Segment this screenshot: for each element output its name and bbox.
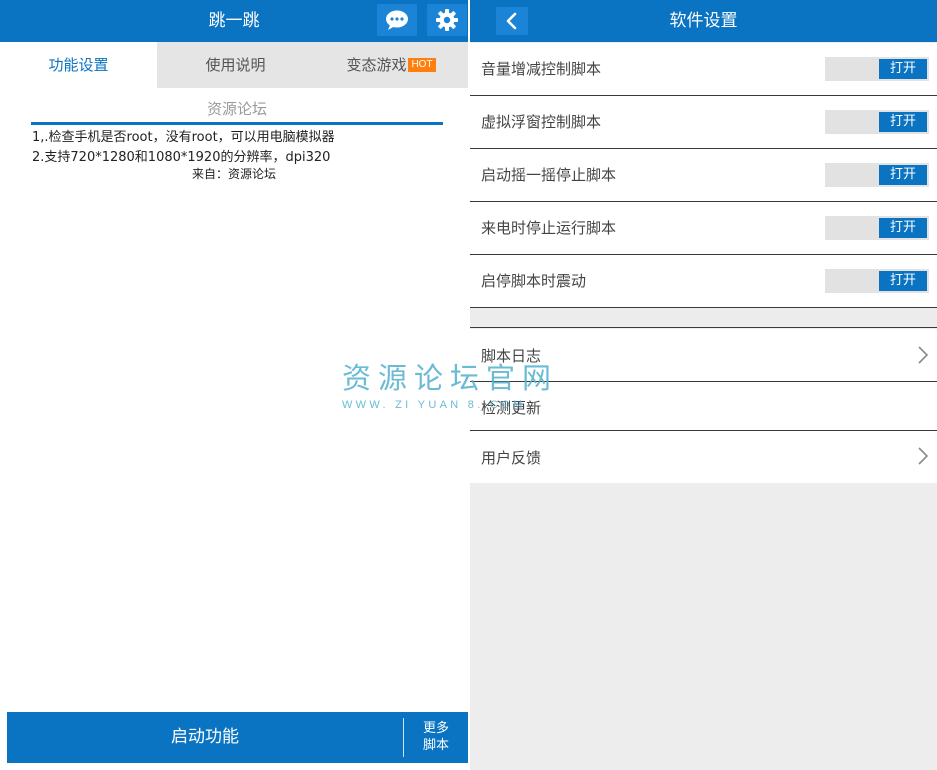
setting-label: 来电时停止运行脚本	[481, 219, 617, 237]
app-header: 跳一跳	[0, 0, 468, 42]
toggle-on-label: 打开	[879, 218, 927, 238]
setting-row-shake-stop: 启动摇一摇停止脚本 打开	[470, 149, 937, 202]
info-line-root-check: 1,.检查手机是否root，没有root，可以用电脑模拟器	[32, 130, 335, 145]
tab-bar: 功能设置 使用说明 变态游戏 HOT	[0, 42, 468, 88]
hot-badge: HOT	[408, 58, 436, 72]
toggle-switch[interactable]: 打开	[825, 269, 929, 293]
setting-row-volume-control: 音量增减控制脚本 打开	[470, 43, 937, 96]
menu-item-label: 脚本日志	[481, 347, 542, 365]
section-gap	[470, 308, 937, 328]
tab-function-settings[interactable]: 功能设置	[0, 42, 157, 88]
chevron-left-icon	[506, 12, 517, 30]
script-panel: 跳一跳 功能设置 使用说明 变态游戏 HOT 资源论坛 1,.检查手机是否roo…	[0, 0, 468, 770]
tab-label: 使用说明	[205, 56, 266, 74]
section-title: 资源论坛	[206, 100, 267, 118]
setting-row-call-stop: 来电时停止运行脚本 打开	[470, 202, 937, 255]
setting-label: 虚拟浮窗控制脚本	[481, 113, 602, 131]
toggle-switch[interactable]: 打开	[825, 57, 929, 81]
chat-bubble-icon	[386, 10, 408, 30]
menu-item-script-log[interactable]: 脚本日志	[470, 329, 937, 382]
setting-label: 启动摇一摇停止脚本	[481, 166, 617, 184]
toggle-on-label: 打开	[879, 165, 927, 185]
section-divider	[31, 122, 443, 125]
toggle-on-label: 打开	[879, 271, 927, 291]
toggle-on-label: 打开	[879, 59, 927, 79]
more-scripts-label-line2: 脚本	[422, 738, 449, 753]
toggle-switch[interactable]: 打开	[825, 163, 929, 187]
settings-button[interactable]	[427, 4, 467, 36]
menu-item-user-feedback[interactable]: 用户反馈	[470, 431, 937, 483]
menu-item-label: 用户反馈	[481, 449, 542, 467]
setting-row-floating-window: 虚拟浮窗控制脚本 打开	[470, 96, 937, 149]
tab-crazy-games[interactable]: 变态游戏 HOT	[314, 42, 468, 88]
more-scripts-button[interactable]: 更多 脚本	[404, 712, 468, 763]
toggle-on-label: 打开	[879, 112, 927, 132]
toggle-switch[interactable]: 打开	[825, 110, 929, 134]
menu-item-check-update[interactable]: 检测更新	[470, 382, 937, 431]
menu-item-label: 检测更新	[481, 399, 542, 417]
setting-row-vibrate: 启停脚本时震动 打开	[470, 255, 937, 308]
settings-header: 软件设置	[470, 0, 937, 42]
back-button[interactable]	[496, 7, 528, 35]
setting-label: 音量增减控制脚本	[481, 60, 602, 78]
start-function-button[interactable]: 启动功能	[7, 712, 403, 763]
bottom-action-bar: 启动功能 更多 脚本	[7, 712, 468, 763]
chevron-right-icon	[918, 346, 929, 364]
chat-button[interactable]	[377, 4, 417, 36]
info-line-resolution: 2.支持720*1280和1080*1920的分辨率，dpi320	[32, 150, 331, 165]
tab-usage-guide[interactable]: 使用说明	[157, 42, 314, 88]
software-settings-panel: 软件设置 音量增减控制脚本 打开 虚拟浮窗控制脚本 打开 启动摇一摇停止脚本 打…	[470, 0, 937, 770]
more-scripts-label-line1: 更多	[422, 721, 449, 736]
chevron-right-icon	[918, 447, 929, 465]
toggle-switch[interactable]: 打开	[825, 216, 929, 240]
settings-title: 软件设置	[669, 11, 738, 31]
tab-label: 功能设置	[48, 56, 109, 74]
info-line-source: 来自：资源论坛	[191, 167, 276, 181]
gear-icon	[436, 9, 458, 31]
setting-label: 启停脚本时震动	[481, 272, 587, 290]
tab-label: 变态游戏	[346, 56, 407, 74]
